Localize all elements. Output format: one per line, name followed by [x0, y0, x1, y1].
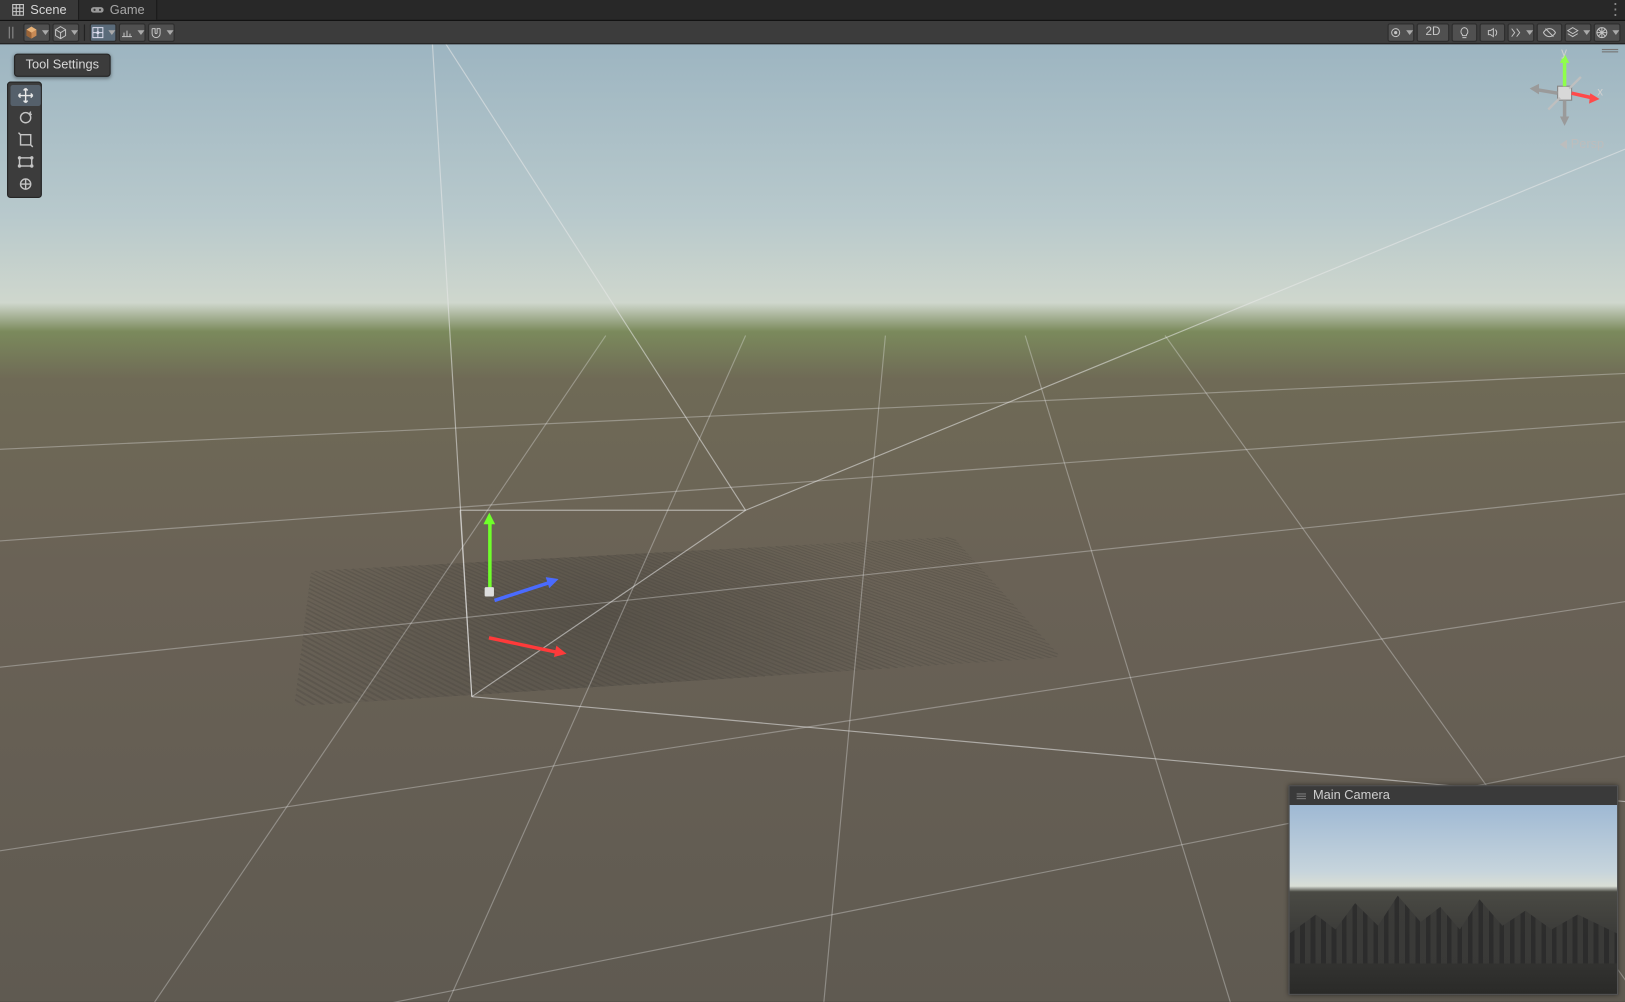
move-tool-button[interactable]: [10, 85, 40, 106]
magnet-icon: [149, 25, 163, 39]
camera-preview-panel[interactable]: Main Camera: [1288, 785, 1618, 995]
snap-settings-button[interactable]: [148, 23, 175, 42]
gizmos-icon: [1595, 25, 1609, 39]
drag-handle-icon: [6, 25, 20, 39]
tab-strip: Scene Game ⋮: [0, 0, 1625, 21]
snap-increment-button[interactable]: [119, 23, 146, 42]
move-gizmo[interactable]: [489, 592, 490, 593]
shading-mode-button[interactable]: [23, 23, 50, 42]
camera-preview-title: Main Camera: [1313, 789, 1390, 803]
grid-snap-icon: [91, 25, 105, 39]
visibility-off-icon: [1542, 25, 1556, 39]
tab-game-label: Game: [110, 3, 145, 17]
rect-tool-button[interactable]: [10, 151, 40, 172]
shaded-cube-icon: [24, 25, 38, 39]
tab-game[interactable]: Game: [79, 0, 157, 20]
tool-settings-panel[interactable]: Tool Settings: [14, 54, 111, 77]
fx-toggle-button[interactable]: [1508, 23, 1535, 42]
axis-label-x: x: [1597, 86, 1603, 99]
wire-cube-icon: [54, 25, 68, 39]
axis-label-y: y: [1561, 47, 1567, 60]
audio-toggle-button[interactable]: [1480, 23, 1506, 42]
scene-viewport[interactable]: Tool Settings: [0, 44, 1625, 1002]
orientation-gizmo-graphic: [1523, 51, 1605, 133]
scale-tool-icon: [17, 132, 33, 148]
scene-toolbox: [7, 82, 42, 198]
toggle-2d-button[interactable]: 2D: [1417, 23, 1450, 42]
toolbar-drag-handle[interactable]: [5, 23, 21, 42]
draw-mode-button[interactable]: [52, 23, 79, 42]
tab-scene-label: Scene: [30, 3, 66, 17]
camera-preview-header[interactable]: Main Camera: [1290, 786, 1617, 805]
lightbulb-icon: [1457, 25, 1471, 39]
projection-label: Persp: [1571, 137, 1604, 151]
transform-tool-icon: [17, 176, 33, 192]
orientation-gizmo[interactable]: y x: [1523, 51, 1605, 133]
camera-preview-render: [1290, 805, 1617, 994]
gizmo-origin[interactable]: [485, 587, 494, 596]
projection-toggle[interactable]: Persp: [1560, 137, 1604, 151]
move-tool-icon: [17, 87, 33, 103]
grid-icon: [12, 3, 25, 16]
fx-icon: [1509, 25, 1523, 39]
camera-settings-button[interactable]: [1388, 23, 1415, 42]
drag-grip-icon: [1297, 793, 1306, 799]
audio-icon: [1485, 25, 1499, 39]
snap-increment-icon: [120, 25, 134, 39]
toggle-2d-label: 2D: [1425, 26, 1440, 39]
game-icon: [91, 3, 104, 16]
tab-overflow-menu[interactable]: ⋮: [1607, 0, 1625, 20]
camera-icon: [1389, 25, 1403, 39]
rect-tool-icon: [17, 154, 33, 170]
layers-button[interactable]: [1565, 23, 1592, 42]
scene-toolbar: 2D: [0, 21, 1625, 44]
viewport-resize-handle[interactable]: [1602, 49, 1618, 52]
transform-tool-button[interactable]: [10, 174, 40, 195]
scale-tool-button[interactable]: [10, 129, 40, 150]
rotate-tool-icon: [17, 110, 33, 126]
camera-preview-skyline: [1290, 888, 1617, 963]
rotate-tool-button[interactable]: [10, 107, 40, 128]
lighting-toggle-button[interactable]: [1452, 23, 1478, 42]
hidden-toggle-button[interactable]: [1537, 23, 1563, 42]
tool-settings-label: Tool Settings: [26, 58, 99, 72]
gizmos-button[interactable]: [1594, 23, 1621, 42]
tab-scene[interactable]: Scene: [0, 0, 79, 20]
gizmo-axis-y[interactable]: [488, 522, 491, 592]
layers-icon: [1566, 25, 1580, 39]
grid-snap-button[interactable]: [90, 23, 117, 42]
